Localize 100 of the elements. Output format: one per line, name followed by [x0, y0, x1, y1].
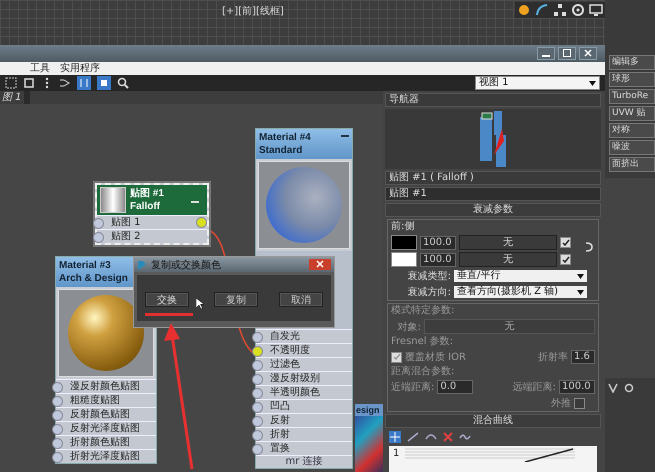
dropdown-caret-icon[interactable]: [577, 274, 584, 279]
amount-spinner[interactable]: 100.0: [420, 236, 456, 250]
socket-icon[interactable]: [252, 388, 263, 399]
modifier-button[interactable]: 对称: [609, 123, 655, 138]
view-tab[interactable]: 图 1: [0, 91, 24, 104]
color-swatch[interactable]: [391, 235, 417, 250]
socket-icon[interactable]: [252, 332, 263, 343]
modifier-button[interactable]: UVW 贴: [609, 106, 655, 121]
material-node[interactable]: 贴图 #1 Falloff 贴图 1 贴图 2: [95, 183, 209, 245]
group-label: 模式特定参数:: [391, 305, 456, 317]
map-button[interactable]: 无: [459, 252, 557, 267]
grid-icon[interactable]: [5, 77, 17, 89]
menu-item[interactable]: 实用程序: [60, 62, 100, 74]
collapse-icon[interactable]: [191, 200, 199, 204]
modifier-button[interactable]: 编辑多: [609, 55, 655, 70]
object-button[interactable]: 无: [424, 319, 595, 334]
move-icon[interactable]: [389, 431, 401, 443]
field-label: 远端距离:: [512, 380, 556, 394]
socket-icon[interactable]: [52, 396, 63, 407]
group-label: Fresnel 参数:: [391, 336, 454, 348]
checkbox[interactable]: [574, 398, 585, 408]
socket-icon[interactable]: [52, 410, 63, 421]
square-icon[interactable]: [23, 77, 35, 89]
cursor-icon: [196, 298, 204, 310]
swap-icon[interactable]: [584, 240, 594, 254]
modifier-button[interactable]: 面挤出: [609, 157, 655, 172]
ior-spinner[interactable]: 1.6: [571, 350, 595, 364]
map-button[interactable]: 无: [459, 235, 557, 250]
field-label: 折射率: [538, 350, 568, 364]
modifier-button[interactable]: 噪波: [609, 140, 655, 155]
dialog-button[interactable]: 复制: [214, 292, 258, 307]
app-icon: [137, 260, 147, 270]
close-icon[interactable]: [309, 259, 331, 270]
socket-icon[interactable]: [252, 416, 263, 427]
far-spinner[interactable]: 100.0: [559, 380, 595, 394]
zoom-icon[interactable]: [117, 77, 129, 89]
checkbox-label: 覆盖材质 IOR: [405, 350, 466, 364]
rollout-header[interactable]: 混合曲线: [385, 414, 601, 428]
socket-icon[interactable]: [252, 430, 263, 441]
dropdown-caret-icon[interactable]: [589, 81, 596, 86]
node-type: Falloff: [130, 200, 160, 213]
near-spinner[interactable]: 0.0: [437, 380, 474, 394]
socket-icon[interactable]: [252, 346, 263, 357]
dialog-button[interactable]: 交换: [145, 292, 189, 307]
socket-icon[interactable]: [252, 360, 263, 371]
sun-icon[interactable]: [517, 3, 531, 17]
node-title[interactable]: esign: [355, 404, 383, 416]
socket-icon[interactable]: [252, 444, 263, 455]
menu-item[interactable]: 工具: [30, 62, 50, 74]
node-type: Arch & Design: [59, 272, 128, 285]
layout-icon[interactable]: [59, 77, 71, 89]
rollout-header[interactable]: 衰减参数: [385, 203, 601, 217]
checkbox[interactable]: [391, 352, 402, 362]
falloff-type-select[interactable]: 垂直/平行: [454, 270, 587, 282]
amount-spinner[interactable]: 100.0: [420, 252, 456, 266]
socket-icon[interactable]: [252, 374, 263, 385]
socket-icon[interactable]: [52, 452, 63, 463]
close-icon[interactable]: [579, 47, 597, 60]
render-preview: [355, 416, 383, 472]
dialog-button[interactable]: 取消: [279, 292, 323, 307]
field-label: 近端距离:: [391, 380, 434, 394]
node-map-drawing: [478, 111, 508, 167]
socket-icon[interactable]: [252, 402, 263, 413]
falloff-direction-select[interactable]: 查看方向(摄影机 Z 轴): [454, 286, 587, 298]
group-label: 距离混合参数:: [391, 366, 456, 378]
socket-icon[interactable]: [52, 382, 63, 393]
checkbox[interactable]: [560, 254, 571, 265]
scale-icon[interactable]: [407, 431, 419, 443]
color-swatch[interactable]: [391, 252, 417, 267]
curve-graph[interactable]: 1: [389, 446, 597, 472]
node-title: Material #3: [59, 259, 111, 272]
socket-icon[interactable]: [52, 424, 63, 435]
view-select[interactable]: 视图 1: [475, 76, 600, 90]
dropdown-caret-icon[interactable]: [577, 290, 584, 295]
field-label: 衰减方向:: [406, 286, 451, 299]
pin-icon[interactable]: [608, 383, 618, 393]
panel-header[interactable]: 贴图 #1 ( Falloff ): [385, 171, 601, 185]
panel-toggle-icon[interactable]: [97, 76, 111, 90]
node-type: Standard: [259, 144, 302, 157]
node-footer[interactable]: mr 连接: [256, 455, 352, 468]
modifier-button[interactable]: 球形: [609, 72, 655, 87]
field-label: 衰减类型:: [406, 270, 451, 283]
name-field[interactable]: 贴图 #1: [385, 187, 601, 201]
lock-icon[interactable]: [624, 383, 634, 393]
node-title: Material #4: [259, 131, 311, 144]
monitor-icon[interactable]: [589, 3, 603, 17]
modifier-button[interactable]: TurboRe: [609, 89, 655, 104]
layout-toggle-icon[interactable]: [77, 76, 91, 90]
maximize-icon[interactable]: [558, 47, 576, 60]
panel-header[interactable]: 导航器: [385, 93, 601, 107]
collapse-icon[interactable]: [341, 135, 349, 138]
map-preview: [100, 187, 126, 213]
socket-icon[interactable]: [52, 438, 63, 449]
checkbox[interactable]: [560, 237, 571, 248]
hierarchy-icon[interactable]: [553, 3, 567, 17]
checkbox-label: 外推: [551, 397, 571, 410]
arc-icon[interactable]: [535, 3, 549, 17]
minimize-icon[interactable]: [537, 47, 555, 60]
node-title: 贴图 #1: [130, 187, 164, 200]
disc-icon[interactable]: [571, 3, 585, 17]
